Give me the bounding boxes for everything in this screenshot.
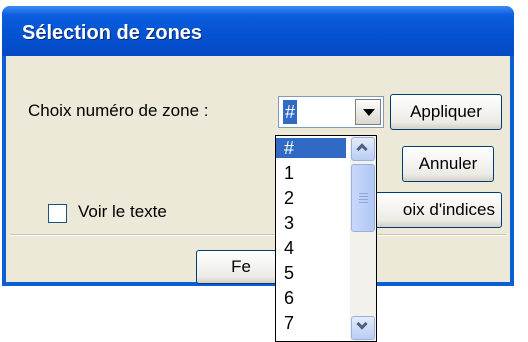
dropdown-option[interactable]: 4 [276, 238, 346, 258]
zone-number-label: Choix numéro de zone : [28, 101, 209, 120]
chevron-up-icon [356, 143, 368, 155]
dropdown-option[interactable]: # [276, 138, 346, 158]
dialog-body: Choix numéro de zone : # Appliquer Annul… [6, 56, 510, 284]
scroll-up-button[interactable] [351, 137, 375, 161]
grip-icon [359, 199, 368, 200]
grip-icon [359, 202, 368, 203]
zone-dropdown-list: # 1 2 3 4 5 6 7 [275, 135, 377, 342]
choose-indices-button[interactable]: oix d'indices [362, 192, 502, 228]
apply-button[interactable]: Appliquer [390, 94, 502, 130]
dropdown-option[interactable]: 7 [276, 313, 346, 333]
dropdown-scrollbar[interactable] [350, 136, 376, 341]
zone-number-combobox[interactable]: # [278, 96, 384, 128]
grip-icon [359, 196, 368, 197]
title-bar[interactable]: Sélection de zones [2, 6, 514, 56]
combo-dropdown-button[interactable] [355, 99, 381, 125]
dropdown-option[interactable]: 1 [276, 163, 346, 183]
chevron-down-icon [363, 109, 375, 116]
dropdown-option[interactable]: 2 [276, 188, 346, 208]
show-text-label: Voir le texte [78, 202, 167, 221]
show-text-checkbox[interactable] [48, 204, 67, 223]
zone-number-value: # [283, 100, 298, 124]
dropdown-option[interactable]: 5 [276, 263, 346, 283]
separator [10, 234, 506, 236]
scroll-thumb[interactable] [351, 164, 375, 232]
grip-icon [359, 193, 368, 194]
window-title: Sélection de zones [22, 22, 203, 44]
dialog-window: Sélection de zones Choix numéro de zone … [2, 6, 514, 286]
dropdown-option[interactable]: 3 [276, 213, 346, 233]
scroll-down-button[interactable] [351, 316, 375, 340]
cancel-button[interactable]: Annuler [402, 146, 494, 182]
dropdown-option[interactable]: 6 [276, 288, 346, 308]
chevron-down-icon [356, 318, 368, 330]
